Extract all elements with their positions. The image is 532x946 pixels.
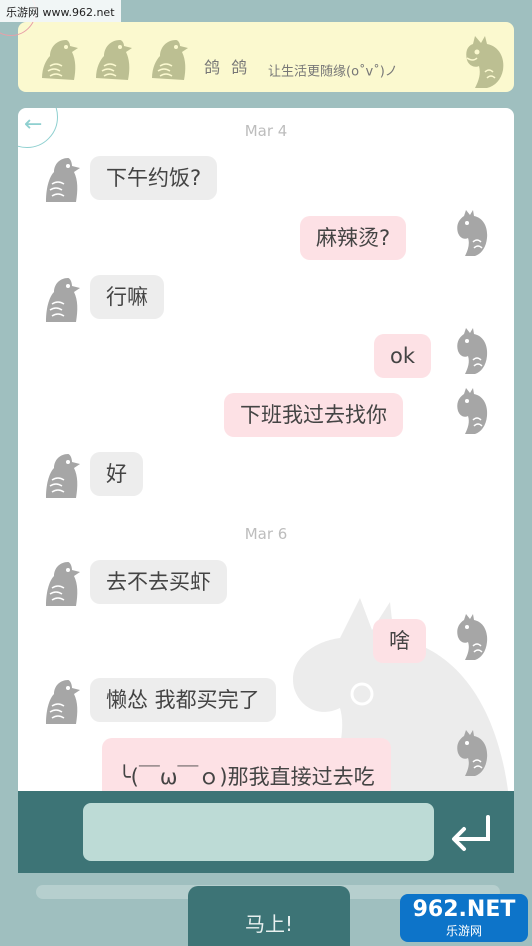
logo-text: 962.NET <box>412 897 516 922</box>
date-separator: Mar 6 <box>244 525 288 543</box>
contact-status: 让生活更随缘(o˚v˚)ノ <box>268 64 398 80</box>
pigeon-icon <box>152 40 188 80</box>
message-bubble-sent[interactable]: 麻辣烫? <box>300 216 407 260</box>
chat-header: 鸽 鸽 让生活更随缘(o˚v˚)ノ <box>18 22 514 92</box>
message-bubble-received[interactable]: 去不去买虾 <box>90 560 227 604</box>
pigeon-icon <box>42 40 78 80</box>
site-logo: 962.NET 乐游网 <box>400 894 528 942</box>
parrot-avatar-icon <box>457 328 488 374</box>
message-bubble-sent[interactable]: ╰(￣ω￣ｏ)那我直接过去吃 <box>102 738 391 798</box>
message-bubble-sent[interactable]: 下班我过去找你 <box>224 393 403 437</box>
message-bubble-received[interactable]: 懒怂 我都买完了 <box>90 678 276 722</box>
parrot-avatar-icon <box>457 730 488 776</box>
pigeon-avatar-icon <box>46 680 80 724</box>
site-watermark: 乐游网 www.962.net <box>0 0 121 22</box>
logo-subtext: 乐游网 <box>445 924 482 938</box>
message-bubble-received[interactable]: 下午约饭? <box>90 156 218 200</box>
message-bubble-received[interactable]: 好 <box>90 452 143 496</box>
send-enter-icon[interactable] <box>446 813 498 853</box>
message-bubble-sent[interactable]: 啥 <box>373 619 426 663</box>
parrot-avatar-icon <box>457 614 488 660</box>
pigeon-icon <box>96 40 132 80</box>
message-bubble-sent[interactable]: ok <box>374 334 432 378</box>
pigeon-avatar-icon <box>46 454 80 498</box>
parrot-avatar-icon <box>457 388 488 434</box>
parrot-icon <box>466 36 504 88</box>
message-input[interactable] <box>83 803 434 861</box>
date-separator: Mar 4 <box>244 122 288 140</box>
pigeon-avatar-icon <box>46 278 80 322</box>
input-bar <box>18 791 514 873</box>
pigeon-avatar-icon <box>46 158 80 202</box>
contact-name: 鸽 鸽 <box>204 58 251 77</box>
message-list[interactable]: ← Mar 4 下午约饭? 麻辣烫? 行嘛 ok 下班我过去找你 好 Mar 6… <box>18 108 514 798</box>
pigeon-avatar-icon <box>46 562 80 606</box>
message-bubble-received[interactable]: 行嘛 <box>90 275 164 319</box>
parrot-avatar-icon <box>457 210 488 256</box>
quick-reply-tab[interactable]: 马上! <box>188 886 350 946</box>
